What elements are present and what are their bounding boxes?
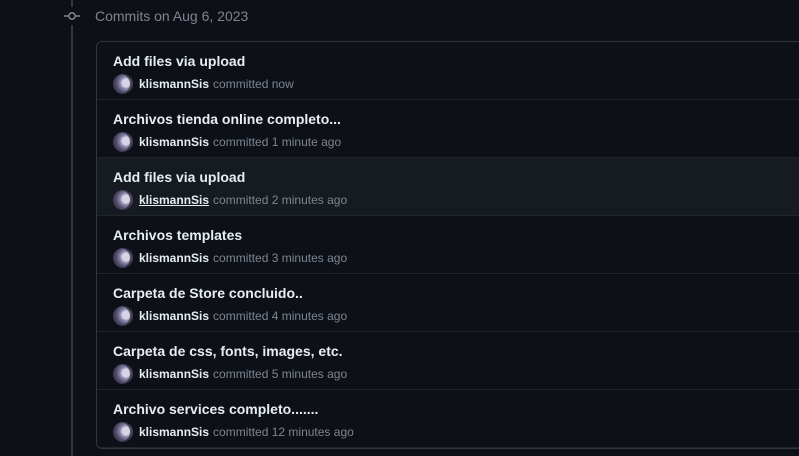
commit-verb: committed	[213, 135, 269, 149]
commit-meta: klismannSis committed 1 minute ago	[113, 132, 341, 152]
commit-time: now	[271, 77, 294, 91]
commit-verb: committed	[213, 309, 269, 323]
commit-time: 12 minutes ago	[271, 425, 354, 439]
commit-row[interactable]: Archivos templates klismannSis committed…	[97, 216, 799, 274]
author-link[interactable]: klismannSis	[139, 309, 209, 323]
commit-verb: committed	[213, 193, 269, 207]
avatar[interactable]	[113, 422, 133, 442]
author-link[interactable]: klismannSis	[139, 135, 209, 149]
avatar[interactable]	[113, 132, 133, 152]
commit-title-link[interactable]: Archivos tienda online completo...	[113, 111, 341, 127]
commit-time: 1 minute ago	[271, 135, 342, 149]
commit-title-link[interactable]: Carpeta de css, fonts, images, etc.	[113, 343, 343, 359]
author-link[interactable]: klismannSis	[139, 77, 209, 91]
commit-row[interactable]: Carpeta de Store concluido.. klismannSis…	[97, 274, 799, 332]
commit-verb: committed	[213, 425, 269, 439]
author-link[interactable]: klismannSis	[139, 425, 209, 439]
author-link[interactable]: klismannSis	[139, 367, 209, 381]
author-link[interactable]: klismannSis	[139, 251, 209, 265]
commit-meta: klismannSis committed now	[113, 74, 294, 94]
commit-row[interactable]: Archivo services completo....... klisman…	[97, 390, 799, 448]
commit-verb: committed	[213, 77, 269, 91]
avatar[interactable]	[113, 306, 133, 326]
commit-verb: committed	[213, 367, 269, 381]
commit-title-link[interactable]: Archivo services completo.......	[113, 401, 318, 417]
commit-verb: committed	[213, 251, 269, 265]
commit-title-link[interactable]: Add files via upload	[113, 53, 245, 69]
commit-title-link[interactable]: Archivos templates	[113, 227, 242, 243]
commit-time: 3 minutes ago	[271, 251, 348, 265]
timeline-line	[71, 0, 73, 456]
commit-meta: klismannSis committed 4 minutes ago	[113, 306, 347, 326]
commit-row[interactable]: Add files via upload klismannSis committ…	[97, 158, 799, 216]
git-commit-icon	[63, 7, 81, 25]
avatar[interactable]	[113, 74, 133, 94]
commit-row[interactable]: Archivos tienda online completo... klism…	[97, 100, 799, 158]
author-link[interactable]: klismannSis	[139, 193, 209, 207]
commit-meta: klismannSis committed 3 minutes ago	[113, 248, 347, 268]
commit-time: 2 minutes ago	[271, 193, 348, 207]
commit-title-link[interactable]: Carpeta de Store concluido..	[113, 285, 303, 301]
avatar[interactable]	[113, 364, 133, 384]
commit-meta: klismannSis committed 2 minutes ago	[113, 190, 347, 210]
commit-time: 4 minutes ago	[271, 309, 348, 323]
avatar[interactable]	[113, 248, 133, 268]
commit-group-date: Commits on Aug 6, 2023	[95, 8, 249, 24]
commit-list: Add files via upload klismannSis committ…	[96, 41, 799, 449]
commit-time: 5 minutes ago	[271, 367, 348, 381]
avatar[interactable]	[113, 190, 133, 210]
commit-meta: klismannSis committed 5 minutes ago	[113, 364, 347, 384]
commit-title-link[interactable]: Add files via upload	[113, 169, 245, 185]
commit-row[interactable]: Add files via upload klismannSis committ…	[97, 42, 799, 100]
commit-row[interactable]: Carpeta de css, fonts, images, etc. klis…	[97, 332, 799, 390]
commit-meta: klismannSis committed 12 minutes ago	[113, 422, 354, 442]
